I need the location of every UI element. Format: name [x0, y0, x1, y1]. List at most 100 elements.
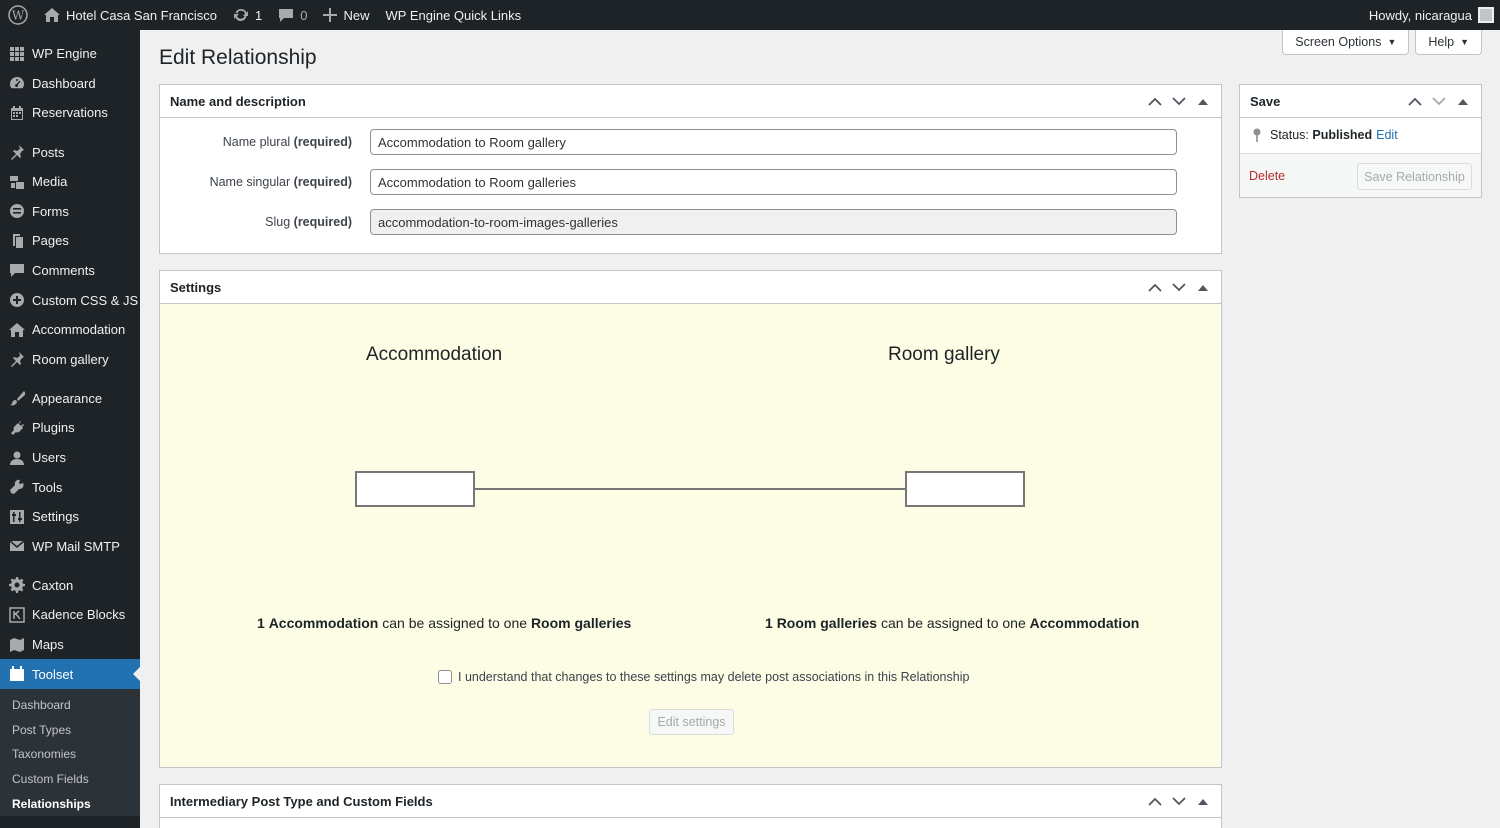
status-edit-link[interactable]: Edit: [1376, 128, 1398, 142]
box-controls: [1145, 96, 1221, 106]
site-name-link[interactable]: Hotel Casa San Francisco: [36, 0, 225, 30]
box-title: Name and description: [170, 93, 306, 109]
home-icon: [44, 8, 60, 22]
name-description-header[interactable]: Name and description: [160, 85, 1221, 118]
sidebar-item-label: Appearance: [32, 390, 103, 406]
move-down-icon[interactable]: [1169, 282, 1189, 292]
updates-count: 1: [255, 7, 263, 23]
comments-count: 0: [300, 7, 308, 23]
confirm-checkbox[interactable]: [438, 670, 452, 684]
wrench-icon: [9, 479, 25, 495]
new-label: New: [343, 7, 370, 23]
save-relationship-button[interactable]: Save Relationship: [1357, 163, 1472, 190]
mail-icon: [9, 538, 25, 554]
slug-input[interactable]: [370, 209, 1177, 235]
left-cardinality-box: [355, 471, 475, 507]
submenu-item-taxonomies[interactable]: Taxonomies: [0, 742, 140, 767]
move-down-icon[interactable]: [1169, 796, 1189, 806]
plus-icon: [323, 8, 338, 22]
sidebar-item-accommodation[interactable]: Accommodation: [0, 315, 140, 345]
intermediary-box: Intermediary Post Type and Custom Fields: [159, 784, 1222, 828]
sidebar-item-label: Settings: [32, 509, 79, 525]
toggle-panel-icon[interactable]: [1453, 98, 1473, 105]
grid-icon: [9, 46, 25, 62]
comment-icon: [278, 8, 294, 23]
wpengine-quick-links[interactable]: WP Engine Quick Links: [378, 0, 530, 30]
site-name: Hotel Casa San Francisco: [66, 7, 218, 23]
sidebar-item-media[interactable]: Media: [0, 167, 140, 197]
new-content-link[interactable]: New: [315, 0, 377, 30]
sidebar-item-comments[interactable]: Comments: [0, 256, 140, 286]
submenu-item-post-types[interactable]: Post Types: [0, 718, 140, 743]
sidebar-item-users[interactable]: Users: [0, 443, 140, 473]
box-title: Settings: [170, 279, 222, 295]
dashboard-icon: [9, 75, 25, 91]
name-plural-input[interactable]: [370, 129, 1177, 155]
sidebar-item-tools[interactable]: Tools: [0, 472, 140, 502]
right-cardinality-box: [905, 471, 1025, 507]
my-account-link[interactable]: Howdy, nicaragua: [1361, 0, 1500, 30]
updates-link[interactable]: 1: [225, 0, 270, 30]
sidebar-item-label: Room gallery: [32, 351, 109, 367]
sidebar-item-plugins[interactable]: Plugins: [0, 413, 140, 443]
sidebar-item-label: Users: [32, 450, 66, 466]
sidebar-item-label: Plugins: [32, 420, 75, 436]
toggle-panel-icon[interactable]: [1193, 284, 1213, 291]
sidebar-item-room-gallery[interactable]: Room gallery: [0, 344, 140, 374]
right-post-type-title: Room gallery: [888, 344, 1000, 365]
sidebar-item-kadence-blocks[interactable]: Kadence Blocks: [0, 600, 140, 630]
brush-icon: [9, 390, 25, 406]
sidebar-item-wp-mail-smtp[interactable]: WP Mail SMTP: [0, 532, 140, 562]
name-description-box: Name and description Name plural (requir…: [159, 84, 1222, 254]
sidebar-item-posts[interactable]: Posts: [0, 137, 140, 167]
gear-icon: [9, 577, 25, 594]
screen-meta-links: Screen Options ▼ Help ▼: [1282, 30, 1482, 55]
wordpress-logo-icon[interactable]: W: [0, 0, 36, 30]
help-button[interactable]: Help ▼: [1415, 30, 1482, 55]
move-up-icon[interactable]: [1145, 283, 1165, 292]
screen-options-button[interactable]: Screen Options ▼: [1282, 30, 1410, 55]
move-up-icon[interactable]: [1405, 97, 1425, 106]
help-label: Help: [1428, 35, 1455, 49]
comments-link[interactable]: 0: [270, 0, 315, 30]
sidebar-item-maps[interactable]: Maps: [0, 630, 140, 660]
name-singular-input[interactable]: [370, 169, 1177, 195]
quick-links-label: WP Engine Quick Links: [385, 7, 522, 23]
status-value: Published: [1312, 128, 1373, 142]
sidebar-item-appearance[interactable]: Appearance: [0, 384, 140, 414]
move-down-icon[interactable]: [1169, 96, 1189, 106]
sidebar-item-label: Pages: [32, 233, 69, 249]
sidebar-item-label: WP Mail SMTP: [32, 538, 120, 554]
refresh-icon: [233, 7, 249, 23]
submenu-item-relationships[interactable]: Relationships: [0, 791, 140, 816]
menu-separator: [0, 374, 140, 384]
sidebar-item-label: Comments: [32, 262, 95, 278]
sidebar-item-caxton[interactable]: Caxton: [0, 571, 140, 601]
plus-circle-icon: [9, 292, 25, 308]
edit-settings-button[interactable]: Edit settings: [649, 709, 734, 735]
sidebar-item-settings[interactable]: Settings: [0, 502, 140, 532]
sidebar-item-reservations[interactable]: Reservations: [0, 98, 140, 128]
sidebar-item-dashboard[interactable]: Dashboard: [0, 69, 140, 99]
save-header[interactable]: Save: [1240, 85, 1481, 118]
toggle-panel-icon[interactable]: [1193, 98, 1213, 105]
submenu-item-dashboard[interactable]: Dashboard: [0, 693, 140, 718]
screen-options-label: Screen Options: [1295, 35, 1382, 49]
sidebar-item-label: Custom CSS & JS: [32, 292, 139, 308]
delete-link[interactable]: Delete: [1249, 169, 1285, 183]
move-down-icon[interactable]: [1429, 96, 1449, 106]
move-up-icon[interactable]: [1145, 797, 1165, 806]
sidebar-item-custom-css-js[interactable]: Custom CSS & JS: [0, 285, 140, 315]
sidebar-item-forms[interactable]: Forms: [0, 196, 140, 226]
intermediary-header[interactable]: Intermediary Post Type and Custom Fields: [160, 785, 1221, 818]
move-up-icon[interactable]: [1145, 97, 1165, 106]
sidebar-item-wp-engine[interactable]: WP Engine: [0, 39, 140, 69]
toggle-panel-icon[interactable]: [1193, 798, 1213, 805]
settings-body: Accommodation Room gallery 1 Accommodati…: [160, 304, 1220, 767]
settings-header[interactable]: Settings: [160, 271, 1221, 304]
plug-icon: [9, 420, 25, 436]
menu-separator: [0, 561, 140, 571]
sidebar-item-toolset[interactable]: Toolset: [0, 659, 140, 689]
sidebar-item-pages[interactable]: Pages: [0, 226, 140, 256]
submenu-item-custom-fields[interactable]: Custom Fields: [0, 767, 140, 792]
